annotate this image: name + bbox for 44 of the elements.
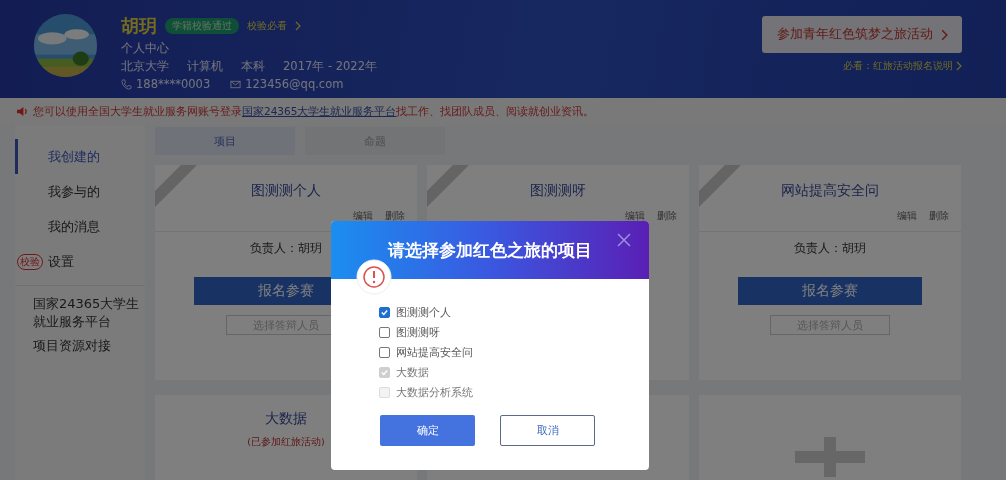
card-action-link[interactable]: 编辑 [625,210,645,223]
profile-fact: 计算机 [187,59,223,74]
verify-guide-link[interactable]: 校验必看 [247,19,287,33]
activity-guide-link[interactable]: 必看：红旅活动报名说明 [843,59,953,73]
sidebar-link[interactable]: 国家24365大学生就业服务平台 [15,292,145,334]
verify-stamp: 校验 [17,253,43,270]
email-address: 123456@qq.com [245,77,344,91]
checkbox-label: 大数据 [396,365,429,380]
checkbox-label: 图测测个人 [396,305,451,320]
user-name: 胡玥 [121,14,157,38]
dialog-title: 请选择参加红色之旅的项目 [388,238,592,262]
cancel-button[interactable]: 取消 [500,415,595,446]
verified-badge: 学籍校验通过 [165,18,239,34]
join-activity-button[interactable]: 参加青年红色筑梦之旅活动 [762,16,962,53]
profile-fact: 2017年 - 2022年 [283,59,377,74]
sidebar-item[interactable]: 我的消息 [15,209,145,244]
project-leader: 负责人：胡玥 [250,240,322,257]
checkbox-label: 图测测呀 [396,325,440,340]
sidebar-link[interactable]: 项目资源对接 [15,334,145,358]
profile-fact: 北京大学 [121,59,169,74]
card-action-link[interactable]: 编辑 [353,210,373,223]
checkbox-label: 网站提高安全问 [396,345,473,360]
sidebar-item[interactable]: 校验 设置 [15,244,145,279]
confirm-button[interactable]: 确定 [380,415,475,446]
card-action-link[interactable]: 删除 [385,210,405,223]
card-action-link[interactable]: 删除 [657,210,677,223]
tab[interactable]: 项目 [155,127,295,155]
notice-text: 您可以使用全国大学生就业服务网账号登录国家24365大学生就业服务平台找工作、找团队成员、阅读就创业资讯。 [33,104,595,119]
project-leader: 负责人：胡玥 [794,240,866,257]
project-title[interactable]: 网站提高安全问 [781,182,879,200]
project-title[interactable]: 图测测呀 [530,182,586,200]
joined-status: (已参加红旅活动) [247,436,325,449]
card-action-link[interactable]: 编辑 [897,210,917,223]
signup-button[interactable]: 报名参赛 [738,277,922,305]
project-title[interactable]: 图测测个人 [251,182,321,200]
profile-fact: 本科 [241,59,265,74]
phone-number: 188****0003 [136,77,211,91]
page-subtitle: 个人中心 [121,41,170,56]
project-title[interactable]: 大数据 [265,410,307,428]
sidebar-item[interactable]: 我参与的 [15,174,145,209]
sidebar-item[interactable]: 我创建的 [15,139,145,174]
platform-link[interactable]: 国家24365大学生就业服务平台 [242,104,397,117]
card-action-link[interactable]: 删除 [929,210,949,223]
checkbox-label: 大数据分析系统 [396,385,473,400]
